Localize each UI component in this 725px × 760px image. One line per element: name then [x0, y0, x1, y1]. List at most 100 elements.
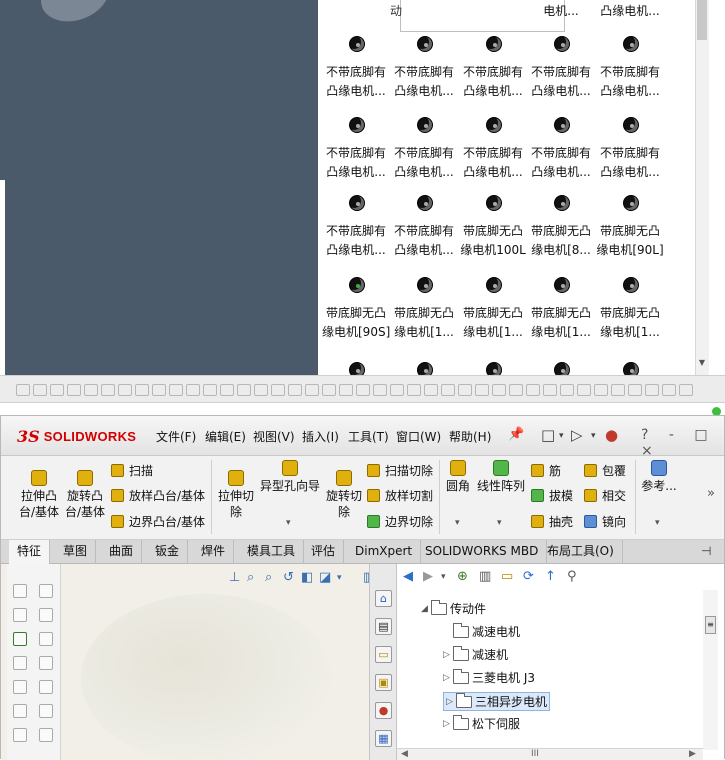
create-folder-icon[interactable]: ▭ — [501, 569, 513, 584]
tool-icon[interactable] — [39, 584, 53, 598]
library-item-label[interactable]: 不带底脚有 — [459, 63, 527, 81]
tool-icon[interactable] — [39, 680, 53, 694]
hole-wizard-dropdown-icon[interactable]: ▾ — [286, 518, 291, 528]
library-item-label[interactable]: 凸缘电机... — [322, 82, 390, 100]
tool-icon[interactable] — [13, 608, 27, 622]
library-item-label[interactable]: 不带底脚有 — [322, 63, 390, 81]
home-icon[interactable]: ⌂ — [375, 590, 392, 607]
up-one-level-icon[interactable]: ↑ — [545, 569, 556, 584]
tool-icon[interactable] — [13, 656, 27, 670]
open-icon[interactable]: ▷ — [571, 426, 583, 444]
sketch-tool-icon[interactable] — [322, 384, 336, 396]
library-item-label[interactable]: 带底脚无凸 — [322, 304, 390, 322]
sketch-tool-icon[interactable] — [577, 384, 591, 396]
sketch-tool-icon[interactable] — [645, 384, 659, 396]
motor-icon[interactable] — [418, 196, 432, 210]
wrap-button[interactable]: 包覆 — [584, 462, 626, 479]
tab-sketch[interactable]: 草图 — [55, 540, 97, 564]
motor-icon[interactable] — [487, 118, 501, 132]
sketch-tool-icon[interactable] — [407, 384, 421, 396]
library-item-label[interactable]: 缘电机[8... — [527, 241, 595, 259]
sketch-tool-icon[interactable] — [67, 384, 81, 396]
menu-help[interactable]: 帮助(H) — [449, 428, 491, 445]
zoom-area-icon[interactable]: ⌕ — [265, 570, 272, 585]
draft-button[interactable]: 拔模 — [531, 487, 573, 504]
solidworks-logo[interactable]: 3S SOLIDWORKS — [17, 424, 136, 448]
motor-icon[interactable] — [555, 363, 569, 375]
sketch-tool-icon[interactable] — [424, 384, 438, 396]
scroll-thumb-grip[interactable]: III — [531, 749, 539, 759]
pattern-dropdown-icon[interactable]: ▾ — [497, 518, 502, 528]
library-item-label[interactable]: 缘电机[1... — [459, 323, 527, 341]
library-item-label[interactable]: 凸缘电机... — [390, 241, 458, 259]
library-item-label[interactable]: 凸缘电机... — [596, 163, 664, 181]
rib-button[interactable]: 筋 — [531, 462, 561, 479]
reference-geometry-button[interactable]: 参考... — [639, 460, 679, 494]
view-orientation-icon[interactable]: ⊥ — [229, 570, 240, 585]
sketch-tool-icon[interactable] — [458, 384, 472, 396]
library-item-label[interactable]: 凸缘电机... — [459, 163, 527, 181]
sketch-tool-icon[interactable] — [492, 384, 506, 396]
file-explorer-icon[interactable]: ▣ — [375, 674, 392, 691]
tab-surfaces[interactable]: 曲面 — [101, 540, 143, 564]
previous-view-icon[interactable]: ↺ — [283, 570, 294, 585]
tab-pin-icon[interactable]: ⊣ — [701, 544, 711, 558]
motor-icon[interactable] — [555, 278, 569, 292]
tab-layout-tools[interactable]: 布局工具(O) — [539, 540, 623, 564]
motor-icon[interactable] — [555, 37, 569, 51]
scroll-right-arrow[interactable]: ▶ — [689, 749, 696, 759]
revolve-cut-button[interactable]: 旋转切 除 — [321, 470, 367, 520]
expand-arrow-icon[interactable]: ▷ — [446, 697, 456, 707]
library-item-label[interactable]: 凸缘电机... — [390, 163, 458, 181]
sketch-tool-icon[interactable] — [271, 384, 285, 396]
forward-icon[interactable]: ▶ — [423, 569, 433, 584]
display-dropdown-icon[interactable]: ▾ — [337, 573, 342, 583]
design-library-icon[interactable]: ▭ — [375, 646, 392, 663]
library-item-label[interactable]: 凸缘电机... — [322, 163, 390, 181]
tree-item[interactable]: ▷ 松下伺服 — [443, 714, 520, 732]
library-item-label[interactable]: 缘电机[90L] — [596, 241, 664, 259]
tool-icon[interactable] — [39, 728, 53, 742]
tree-item[interactable]: 减速电机 — [443, 622, 520, 640]
mirror-button[interactable]: 镜向 — [584, 513, 626, 530]
sketch-tool-icon[interactable] — [356, 384, 370, 396]
add-file-location-icon[interactable]: ▥ — [479, 569, 491, 584]
library-item-label[interactable]: 不带底脚有 — [527, 63, 595, 81]
sketch-tool-icon[interactable] — [169, 384, 183, 396]
motor-icon[interactable] — [555, 196, 569, 210]
sketch-tool-icon[interactable] — [16, 384, 30, 396]
motor-icon[interactable] — [624, 118, 638, 132]
window-controls[interactable]: ? - □ × — [641, 427, 724, 459]
tab-evaluate[interactable]: 评估 — [303, 540, 345, 564]
sketch-tool-icon[interactable] — [237, 384, 251, 396]
extrude-boss-button[interactable]: 拉伸凸 台/基体 — [15, 470, 63, 520]
intersect-button[interactable]: 相交 — [584, 487, 626, 504]
motor-icon[interactable] — [624, 37, 638, 51]
loft-button[interactable]: 放样凸台/基体 — [111, 487, 205, 504]
swept-cut-button[interactable]: 扫描切除 — [367, 462, 433, 479]
sketch-tool-icon[interactable] — [203, 384, 217, 396]
back-icon[interactable]: ◀ — [403, 569, 413, 584]
motor-icon[interactable] — [555, 118, 569, 132]
sketch-tool-icon[interactable] — [679, 384, 693, 396]
sketch-tool-icon[interactable] — [186, 384, 200, 396]
hole-wizard-button[interactable]: 异型孔向导 — [257, 460, 323, 494]
resources-icon[interactable]: ▤ — [375, 618, 392, 635]
sketch-tool-icon[interactable] — [33, 384, 47, 396]
sketch-tool-icon[interactable] — [84, 384, 98, 396]
library-item-label[interactable]: 凸缘电机... — [322, 241, 390, 259]
tree-item[interactable]: ▷ 三相异步电机 — [443, 692, 551, 711]
library-item-label[interactable]: 缘电机[1... — [390, 323, 458, 341]
sketch-tool-icon[interactable] — [475, 384, 489, 396]
scroll-down-arrow[interactable]: ▼ — [697, 358, 707, 370]
library-item-label[interactable]: 带底脚无凸 — [459, 222, 527, 240]
library-item-label[interactable]: 凸缘电机... — [459, 82, 527, 100]
tree-item[interactable]: ▷ 减速机 — [443, 645, 508, 663]
zoom-to-fit-icon[interactable]: ⌕ — [247, 570, 254, 585]
menu-insert[interactable]: 插入(I) — [302, 428, 339, 445]
library-scrollbar[interactable] — [695, 0, 709, 375]
tool-icon[interactable] — [13, 632, 27, 646]
open-dropdown-icon[interactable]: ▾ — [591, 431, 596, 441]
tab-mbd[interactable]: SOLIDWORKS MBD — [417, 540, 548, 564]
tool-icon[interactable] — [13, 680, 27, 694]
